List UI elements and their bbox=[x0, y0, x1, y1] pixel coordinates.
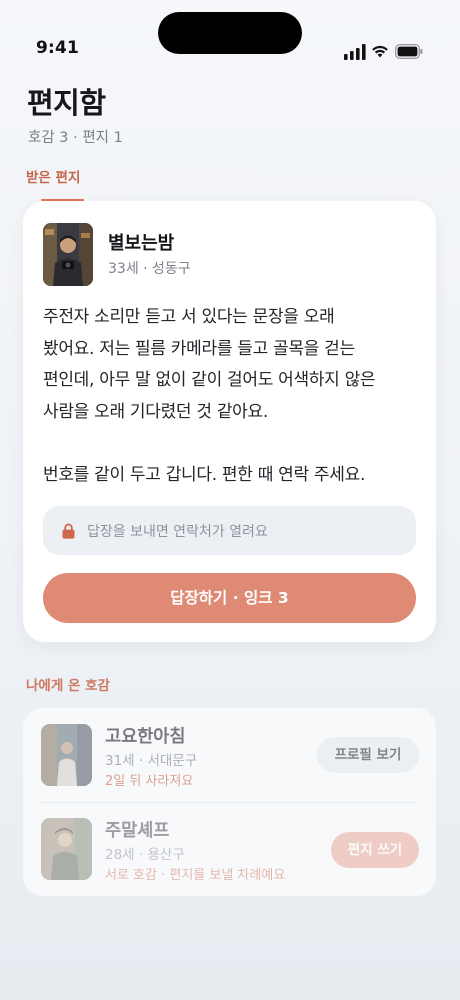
reply-button[interactable]: 답장하기 · 잉크 3 bbox=[43, 573, 416, 623]
likes-card: 고요한아침 31세 · 서대문구 2일 뒤 사라져요 프로필 보기 주말셰프 2… bbox=[23, 708, 436, 896]
avatar[interactable] bbox=[41, 818, 92, 880]
dynamic-island bbox=[158, 12, 302, 54]
lock-icon bbox=[62, 523, 75, 539]
letter-body: 주전자 소리만 듣고 서 있다는 문장을 오래 봤어요. 저는 필름 카메라를 … bbox=[43, 302, 418, 491]
avatar[interactable] bbox=[41, 724, 92, 786]
person-photo bbox=[41, 724, 92, 786]
letter-line: 번호를 같이 두고 갑니다. 편한 때 연락 주세요. bbox=[43, 464, 366, 485]
letter-card: 별보는밤 33세 · 성동구 주전자 소리만 듣고 서 있다는 문장을 오래 봤… bbox=[23, 201, 436, 642]
locked-contact-note: 답장을 보내면 연락처가 열려요 bbox=[43, 506, 416, 555]
write-letter-button[interactable]: 편지 쓰기 bbox=[331, 832, 419, 868]
sender-avatar[interactable] bbox=[43, 223, 93, 286]
like-name: 고요한아침 bbox=[105, 727, 186, 747]
letter-line: 봤어요. 저는 필름 카메라를 들고 골목을 걷는 bbox=[43, 338, 355, 359]
list-item[interactable]: 고요한아침 31세 · 서대문구 2일 뒤 사라져요 프로필 보기 bbox=[23, 708, 436, 802]
tab-received-letters[interactable]: 받은 편지 bbox=[26, 166, 80, 186]
mutual-like-note: 서로 호감 · 편지를 보낼 차례예요 bbox=[105, 868, 286, 883]
likes-section-label: 나에게 온 호감 bbox=[26, 678, 110, 694]
like-meta: 31세 · 서대문구 bbox=[105, 753, 198, 769]
signal-icon bbox=[344, 44, 366, 60]
like-meta: 28세 · 용산구 bbox=[105, 847, 185, 863]
page-title: 편지함 bbox=[27, 86, 106, 120]
locked-note-text: 답장을 보내면 연락처가 열려요 bbox=[87, 524, 268, 540]
sender-name: 별보는밤 bbox=[108, 233, 175, 254]
sender-meta: 33세 · 성동구 bbox=[108, 261, 191, 277]
view-profile-button[interactable]: 프로필 보기 bbox=[317, 737, 419, 773]
list-item[interactable]: 주말셰프 28세 · 용산구 서로 호감 · 편지를 보낼 차례예요 편지 쓰기 bbox=[23, 802, 436, 896]
status-bar: 9:41 bbox=[0, 0, 460, 70]
person-photo bbox=[41, 818, 92, 880]
letter-line: 주전자 소리만 듣고 서 있다는 문장을 오래 bbox=[43, 307, 335, 327]
letter-line: 사람을 오래 기다렸던 것 같아요. bbox=[43, 401, 268, 422]
wifi-icon bbox=[372, 45, 388, 58]
battery-icon bbox=[395, 44, 423, 59]
like-expiry-note: 2일 뒤 사라져요 bbox=[105, 774, 194, 789]
status-time: 9:41 bbox=[36, 38, 80, 58]
person-photo bbox=[43, 223, 93, 286]
letter-line: 편인데, 아무 말 없이 같이 걸어도 어색하지 않은 bbox=[43, 370, 376, 390]
page-subtitle: 호감 3 · 편지 1 bbox=[28, 130, 123, 146]
like-name: 주말셰프 bbox=[105, 821, 170, 841]
